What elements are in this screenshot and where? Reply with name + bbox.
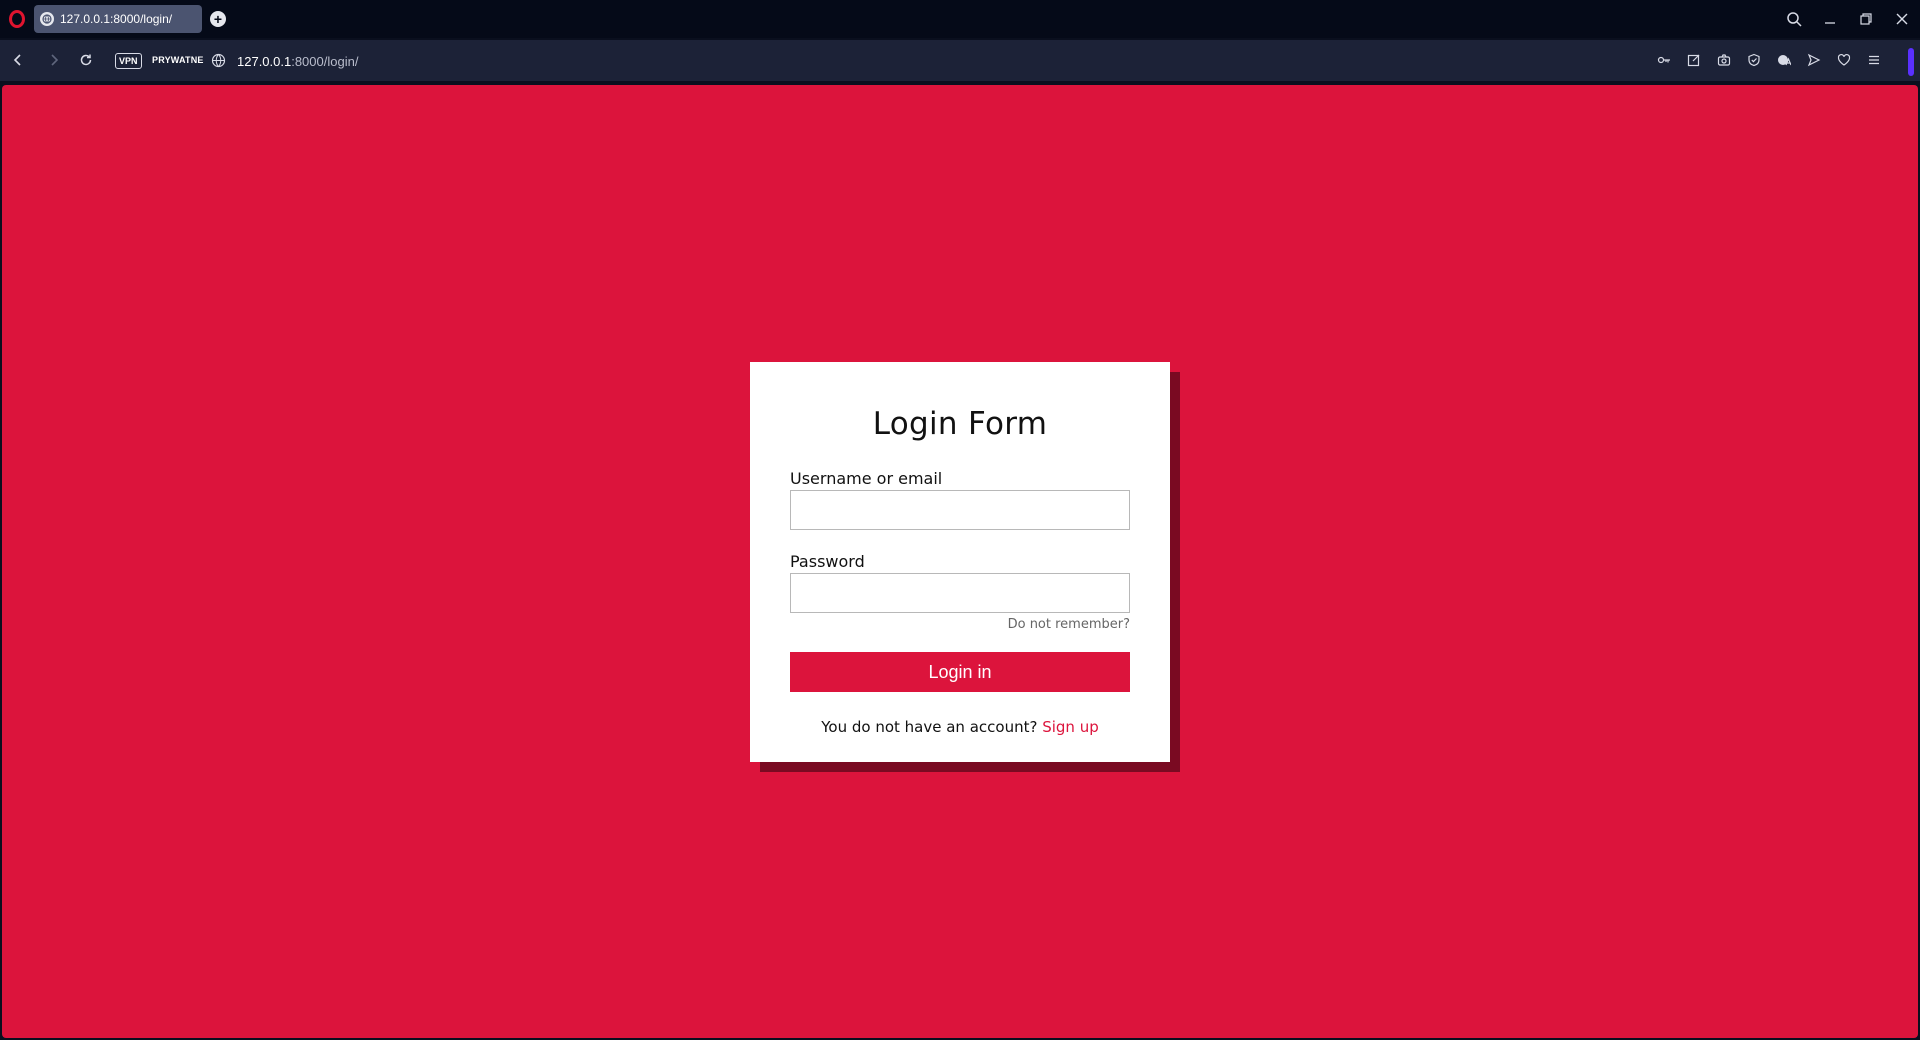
- sidebar-toggle[interactable]: [1908, 48, 1914, 76]
- search-icon[interactable]: [1776, 0, 1812, 38]
- form-title: Login Form: [872, 406, 1048, 442]
- forgot-password-link[interactable]: Do not remember?: [790, 617, 1130, 632]
- login-form: Login Form Username or email Password Do…: [750, 362, 1170, 762]
- send-icon[interactable]: [1804, 50, 1824, 70]
- address-toolbar: VPN PRYWATNE 127.0.0.1:8000/login/: [0, 40, 1920, 81]
- toolbar-actions: [1654, 50, 1884, 70]
- username-label: Username or email: [790, 469, 943, 488]
- page-background: Login Form Username or email Password Do…: [2, 85, 1918, 1038]
- signup-prompt: You do not have an account?: [821, 718, 1038, 736]
- url-path: :8000/login/: [291, 54, 359, 69]
- vpn-badge[interactable]: VPN: [115, 53, 142, 69]
- opera-logo-icon[interactable]: [9, 10, 25, 28]
- url-host: 127.0.0.1: [237, 54, 292, 69]
- window-controls: [1776, 0, 1920, 38]
- menu-icon[interactable]: [1864, 50, 1884, 70]
- new-tab-button[interactable]: +: [210, 11, 226, 27]
- username-input[interactable]: [790, 490, 1130, 530]
- tab-title: 127.0.0.1:8000/login/: [60, 12, 173, 26]
- password-label: Password: [790, 552, 865, 571]
- shield-icon[interactable]: [1744, 50, 1764, 70]
- key-icon[interactable]: [1654, 50, 1674, 70]
- site-info-icon[interactable]: [211, 53, 226, 68]
- edit-icon[interactable]: [1684, 50, 1704, 70]
- minimize-button[interactable]: [1812, 0, 1848, 38]
- restore-button[interactable]: [1848, 0, 1884, 38]
- tab-active[interactable]: 127.0.0.1:8000/login/: [34, 5, 202, 33]
- signup-row: You do not have an account? Sign up: [790, 718, 1130, 736]
- translate-icon[interactable]: [1774, 50, 1794, 70]
- private-mode-label: PRYWATNE: [152, 55, 204, 65]
- tab-strip: 127.0.0.1:8000/login/ +: [0, 0, 1920, 38]
- signup-link[interactable]: Sign up: [1042, 718, 1099, 736]
- reload-button[interactable]: [76, 50, 96, 70]
- heart-icon[interactable]: [1834, 50, 1854, 70]
- back-button[interactable]: [8, 50, 28, 70]
- address-bar[interactable]: 127.0.0.1:8000/login/: [237, 54, 358, 69]
- globe-icon: [40, 12, 54, 26]
- forward-button[interactable]: [44, 50, 64, 70]
- login-button[interactable]: Login in: [790, 652, 1130, 692]
- camera-icon[interactable]: [1714, 50, 1734, 70]
- password-input[interactable]: [790, 573, 1130, 613]
- close-button[interactable]: [1884, 0, 1920, 38]
